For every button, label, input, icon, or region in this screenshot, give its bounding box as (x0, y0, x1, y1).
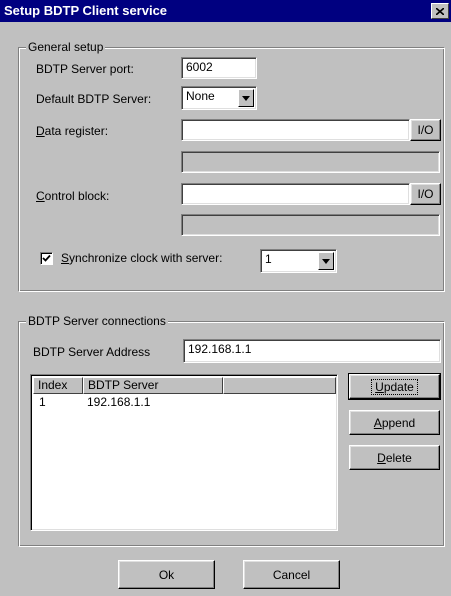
row-1-index[interactable]: 1 (39, 395, 46, 409)
server-address-input[interactable]: 192.168.1.1 (183, 339, 441, 363)
server-port-input[interactable]: 6002 (181, 57, 257, 79)
sync-server-value: 1 (265, 252, 272, 266)
data-register-label: Data register: (36, 124, 109, 138)
update-button-label: Update (371, 378, 418, 395)
control-block-label: Control block: (36, 189, 110, 203)
default-server-label: Default BDTP Server: (36, 92, 152, 106)
window-title: Setup BDTP Client service (4, 3, 168, 18)
control-block-io-button[interactable]: I/O (410, 183, 441, 205)
control-block-input[interactable] (181, 183, 410, 205)
row-1-server[interactable]: 192.168.1.1 (87, 395, 150, 409)
server-list[interactable]: Index BDTP Server 1 192.168.1.1 (30, 374, 338, 531)
cancel-button[interactable]: Cancel (243, 560, 340, 589)
close-button[interactable] (431, 3, 449, 19)
data-register-io-button[interactable]: I/O (410, 119, 441, 141)
default-server-select[interactable]: None (181, 86, 257, 110)
data-register-info-field (181, 151, 440, 173)
column-header-extra[interactable] (223, 377, 336, 394)
column-header-server[interactable]: BDTP Server (83, 377, 223, 394)
delete-button-label: Delete (377, 450, 412, 465)
default-server-value: None (186, 89, 215, 103)
column-header-index[interactable]: Index (33, 377, 83, 394)
server-connections-label: BDTP Server connections (26, 314, 168, 328)
close-icon (436, 7, 444, 15)
ok-button[interactable]: Ok (118, 560, 215, 589)
control-block-info-field (181, 214, 440, 236)
default-server-dropdown-button[interactable] (238, 89, 254, 107)
chevron-down-icon (242, 95, 250, 101)
general-setup-label: General setup (26, 40, 106, 54)
data-register-input[interactable] (181, 119, 410, 141)
checkmark-icon (42, 254, 51, 262)
sync-server-dropdown-button[interactable] (318, 252, 334, 270)
chevron-down-icon (322, 258, 330, 264)
sync-clock-checkbox[interactable] (40, 252, 53, 265)
server-address-label: BDTP Server Address (33, 345, 151, 359)
delete-button[interactable]: Delete (349, 445, 440, 470)
append-button-label: Append (373, 415, 416, 430)
update-button[interactable]: Update (348, 373, 441, 400)
sync-clock-label[interactable]: Synchronize clock with server: (61, 251, 222, 265)
server-port-label: BDTP Server port: (36, 62, 134, 76)
append-button[interactable]: Append (349, 410, 440, 435)
sync-server-select[interactable]: 1 (260, 249, 337, 273)
title-bar: Setup BDTP Client service (0, 0, 451, 22)
